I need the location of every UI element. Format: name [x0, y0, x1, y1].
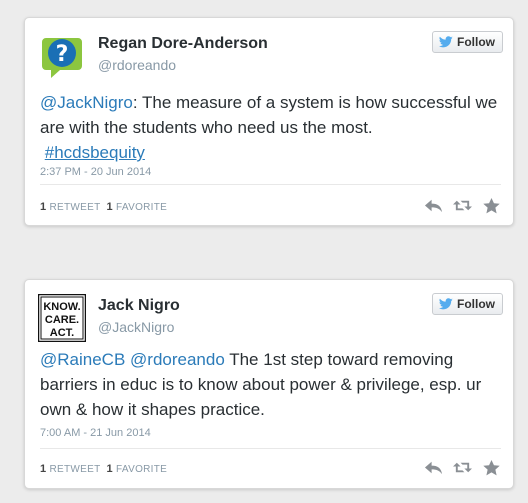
- avatar[interactable]: ?: [38, 32, 86, 80]
- timestamp[interactable]: 7:00 AM - 21 Jun 2014: [40, 427, 151, 439]
- tweet-actions: [424, 459, 501, 476]
- favorite-count[interactable]: 1: [107, 201, 113, 213]
- tweet-card: KNOW. CARE. ACT. Jack Nigro @JackNigro F…: [24, 279, 514, 489]
- retweet-count[interactable]: 1: [40, 463, 46, 475]
- retweet-icon[interactable]: [453, 197, 472, 214]
- tweet-text: @RaineCB @rdoreando The 1st step toward …: [40, 347, 501, 422]
- favorite-star-icon[interactable]: [482, 459, 501, 476]
- twitter-bird-icon: [439, 36, 453, 48]
- mention-link[interactable]: @RaineCB: [40, 350, 125, 369]
- hashtag-link[interactable]: #hcdsbequity: [45, 143, 145, 162]
- svg-text:ACT.: ACT.: [50, 327, 74, 339]
- tweet-stats: 1 RETWEET 1 FAVORITE: [40, 463, 167, 475]
- svg-text:?: ?: [56, 42, 69, 67]
- reply-icon[interactable]: [424, 197, 443, 214]
- tweet-text: @JackNigro: The measure of a system is h…: [40, 90, 501, 165]
- favorite-label[interactable]: FAVORITE: [116, 464, 167, 475]
- mention-link[interactable]: @rdoreando: [130, 350, 225, 369]
- tweet-card: ? Regan Dore-Anderson @rdoreando Follow …: [24, 17, 514, 226]
- tweet-stats: 1 RETWEET 1 FAVORITE: [40, 201, 167, 213]
- retweet-label[interactable]: RETWEET: [50, 464, 101, 475]
- know-care-act-logo: KNOW. CARE. ACT.: [38, 294, 86, 342]
- question-bubble-icon: ?: [38, 32, 86, 80]
- retweet-count[interactable]: 1: [40, 201, 46, 213]
- user-handle[interactable]: @rdoreando: [98, 57, 176, 73]
- divider: [40, 184, 501, 185]
- user-name[interactable]: Jack Nigro: [98, 297, 180, 315]
- svg-text:CARE.: CARE.: [45, 314, 79, 326]
- follow-label: Follow: [457, 35, 495, 49]
- favorite-star-icon[interactable]: [482, 197, 501, 214]
- retweet-icon[interactable]: [453, 459, 472, 476]
- reply-icon[interactable]: [424, 459, 443, 476]
- favorite-count[interactable]: 1: [107, 463, 113, 475]
- tweet-actions: [424, 197, 501, 214]
- avatar[interactable]: KNOW. CARE. ACT.: [38, 294, 86, 342]
- mention-link[interactable]: @JackNigro: [40, 93, 133, 112]
- user-name[interactable]: Regan Dore-Anderson: [98, 35, 268, 53]
- svg-text:KNOW.: KNOW.: [43, 301, 80, 313]
- follow-button[interactable]: Follow: [432, 31, 503, 53]
- twitter-bird-icon: [439, 298, 453, 310]
- divider: [40, 448, 501, 449]
- follow-label: Follow: [457, 297, 495, 311]
- timestamp[interactable]: 2:37 PM - 20 Jun 2014: [40, 166, 151, 178]
- user-handle[interactable]: @JackNigro: [98, 319, 174, 335]
- favorite-label[interactable]: FAVORITE: [116, 202, 167, 213]
- retweet-label[interactable]: RETWEET: [50, 202, 101, 213]
- follow-button[interactable]: Follow: [432, 293, 503, 315]
